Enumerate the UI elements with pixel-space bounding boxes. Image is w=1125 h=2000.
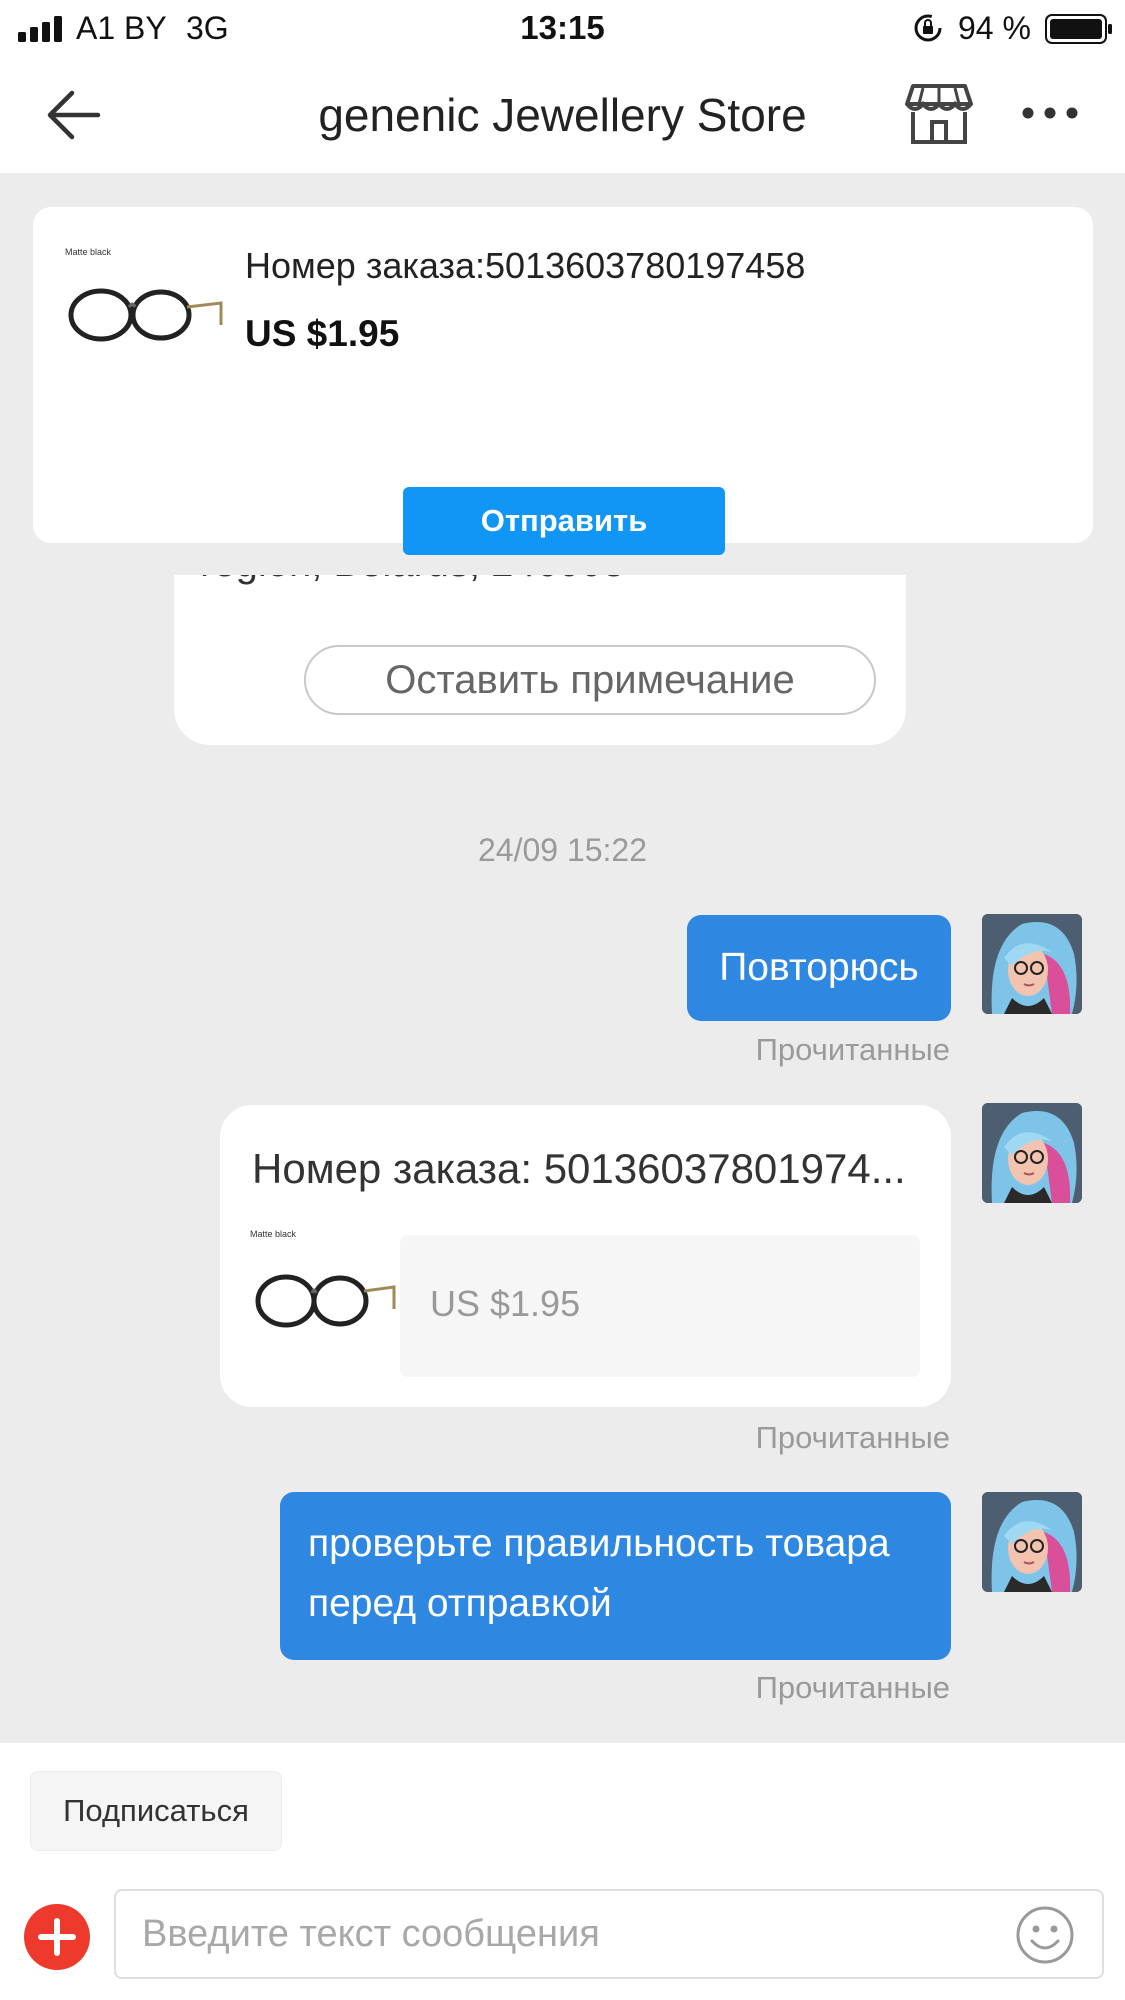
send-order-button[interactable]: Отправить xyxy=(403,487,725,555)
battery-percent: 94 % xyxy=(958,10,1031,46)
read-status: Прочитанные xyxy=(755,1032,950,1067)
plus-icon xyxy=(38,1918,76,1956)
order-card-price: US $1.95 xyxy=(430,1283,581,1324)
read-status: Прочитанные xyxy=(755,1420,950,1455)
chat-messages[interactable]: region, Belarus, 246003 Оставить примеча… xyxy=(0,515,1125,1743)
more-dots-icon[interactable] xyxy=(1020,98,1080,128)
chat-header: genenic Jewellery Store xyxy=(0,58,1125,173)
avatar[interactable] xyxy=(982,1492,1082,1592)
back-arrow-icon[interactable] xyxy=(42,84,104,146)
signal-icon xyxy=(18,16,62,42)
message-bubble[interactable]: Повторюсь xyxy=(687,915,951,1021)
pinned-order-panel: Matte black Номер заказа:501360378019745… xyxy=(0,173,1125,575)
product-thumbnail[interactable]: Matte black xyxy=(63,247,223,357)
composer-area: Подписаться xyxy=(0,1743,1125,2000)
clock: 13:15 xyxy=(520,9,605,46)
avatar[interactable] xyxy=(982,914,1082,1014)
avatar-image xyxy=(982,1103,1082,1203)
rotation-lock-icon xyxy=(914,14,942,42)
glasses-icon xyxy=(68,288,223,342)
store-title: genenic Jewellery Store xyxy=(318,89,807,141)
status-bar: A1 BY 3G 13:15 94 % xyxy=(0,0,1125,58)
read-status: Прочитанные xyxy=(755,1670,950,1705)
emoji-icon[interactable] xyxy=(1015,1905,1075,1965)
thumb-tag: Matte black xyxy=(65,247,112,257)
order-price: US $1.95 xyxy=(245,313,400,354)
thumb-tag: Matte black xyxy=(250,1229,297,1239)
glasses-icon xyxy=(255,1274,396,1328)
order-number: Номер заказа:5013603780197458 xyxy=(245,245,806,286)
subscribe-button[interactable]: Подписаться xyxy=(30,1771,282,1851)
order-card-title: Номер заказа: 50136037801974... xyxy=(252,1145,906,1192)
product-thumbnail[interactable]: Matte black xyxy=(248,1229,398,1349)
avatar-image xyxy=(982,914,1082,1014)
battery-icon xyxy=(1045,14,1112,44)
order-message-card[interactable]: Номер заказа: 50136037801974... Matte bl… xyxy=(220,1105,951,1407)
pinned-order-card: Matte black Номер заказа:501360378019745… xyxy=(33,207,1093,555)
message-bubble[interactable]: проверьте правильность товара перед отпр… xyxy=(280,1492,951,1660)
avatar-image xyxy=(982,1492,1082,1592)
network-type: 3G xyxy=(186,10,229,46)
plus-button[interactable] xyxy=(24,1904,90,1970)
store-icon[interactable] xyxy=(905,82,973,146)
message-timestamp: 24/09 15:22 xyxy=(477,832,648,868)
message-input[interactable] xyxy=(114,1889,1104,1979)
leave-note-button[interactable]: Оставить примечание xyxy=(304,645,876,715)
carrier-label: A1 BY xyxy=(76,10,167,46)
price-box: US $1.95 xyxy=(400,1235,920,1377)
avatar[interactable] xyxy=(982,1103,1082,1203)
